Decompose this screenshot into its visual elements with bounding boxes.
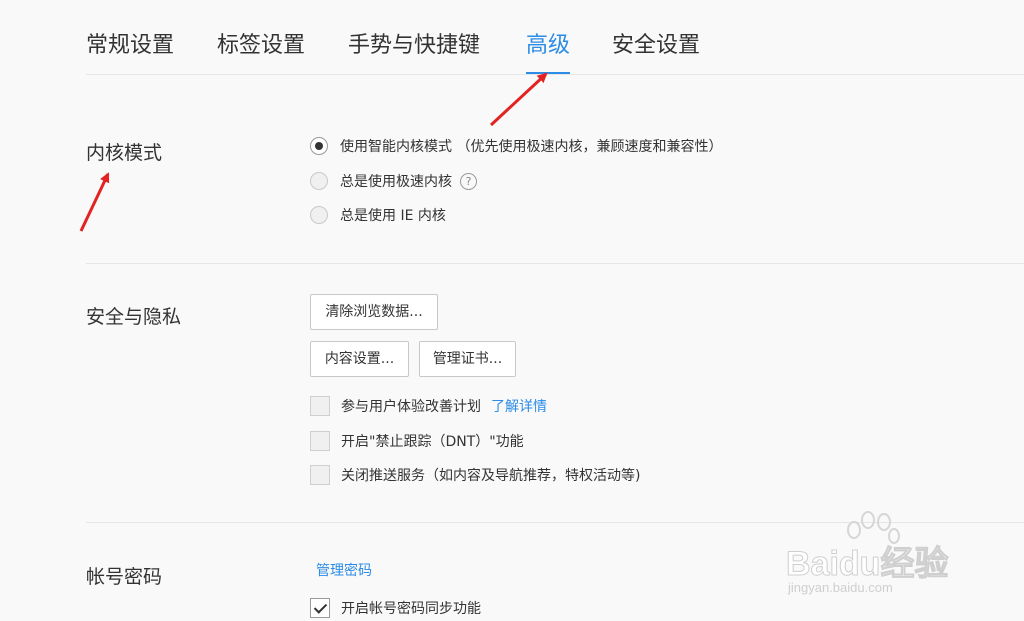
tab-security[interactable]: 安全设置	[612, 26, 700, 74]
checkbox-row-ux-program[interactable]: 参与用户体验改善计划 了解详情	[310, 395, 547, 417]
arrow-to-kernel-section	[79, 172, 110, 232]
section-divider-1	[86, 263, 1024, 264]
manage-password-link[interactable]: 管理密码	[316, 559, 372, 581]
tab-advanced[interactable]: 高级	[526, 26, 571, 74]
radio-fast-kernel[interactable]	[310, 172, 328, 190]
section-title-account: 帐号密码	[86, 566, 163, 588]
checkbox-dnt-label: 开启"禁止跟踪（DNT）"功能	[341, 434, 524, 450]
watermark-url: jingyan.baidu.com	[788, 580, 893, 595]
learn-more-link[interactable]: 了解详情	[491, 396, 547, 416]
checkbox-sync-label: 开启帐号密码同步功能	[341, 601, 481, 617]
checkbox-row-sync[interactable]: 开启帐号密码同步功能	[310, 597, 481, 619]
radio-smart-kernel[interactable]	[310, 137, 328, 155]
radio-ie-kernel[interactable]	[310, 206, 328, 224]
section-title-privacy: 安全与隐私	[86, 306, 182, 328]
checkbox-ux-program[interactable]	[310, 396, 330, 416]
tabs-divider	[86, 74, 1024, 75]
settings-page: 常规设置 标签设置 手势与快捷键 高级 安全设置 内核模式 使用智能内核模式 （…	[0, 0, 1024, 621]
kernel-option-smart-label: 使用智能内核模式 （优先使用极速内核，兼顾速度和兼容性）	[340, 139, 723, 155]
checkbox-row-push[interactable]: 关闭推送服务（如内容及导航推荐，特权活动等)	[310, 464, 640, 486]
arrow-to-advanced-tab	[489, 72, 548, 127]
checkbox-ux-program-label: 参与用户体验改善计划	[341, 399, 481, 415]
manage-certificates-button[interactable]: 管理证书...	[419, 341, 516, 377]
kernel-option-ie-label: 总是使用 IE 内核	[340, 208, 446, 224]
kernel-option-fast[interactable]: 总是使用极速内核 ?	[310, 170, 477, 192]
content-settings-button[interactable]: 内容设置...	[310, 341, 409, 377]
kernel-option-ie[interactable]: 总是使用 IE 内核	[310, 204, 446, 226]
section-title-kernel: 内核模式	[86, 142, 163, 164]
tab-general[interactable]: 常规设置	[86, 26, 174, 74]
baidu-watermark: Baidu经验 jingyan.baidu.com	[785, 510, 986, 620]
help-icon[interactable]: ?	[460, 172, 477, 190]
watermark-text: Baidu经验	[785, 545, 949, 584]
tab-tabs[interactable]: 标签设置	[217, 26, 305, 74]
checkbox-push[interactable]	[310, 465, 330, 485]
checkbox-row-dnt[interactable]: 开启"禁止跟踪（DNT）"功能	[310, 430, 524, 452]
kernel-option-smart[interactable]: 使用智能内核模式 （优先使用极速内核，兼顾速度和兼容性）	[310, 135, 722, 157]
checkbox-dnt[interactable]	[310, 431, 330, 451]
checkbox-push-label: 关闭推送服务（如内容及导航推荐，特权活动等)	[341, 468, 641, 484]
checkbox-sync[interactable]	[310, 598, 330, 618]
tab-gestures-shortcuts[interactable]: 手势与快捷键	[348, 26, 480, 74]
kernel-option-fast-label: 总是使用极速内核	[340, 174, 452, 190]
clear-browsing-data-button[interactable]: 清除浏览数据...	[310, 294, 438, 330]
